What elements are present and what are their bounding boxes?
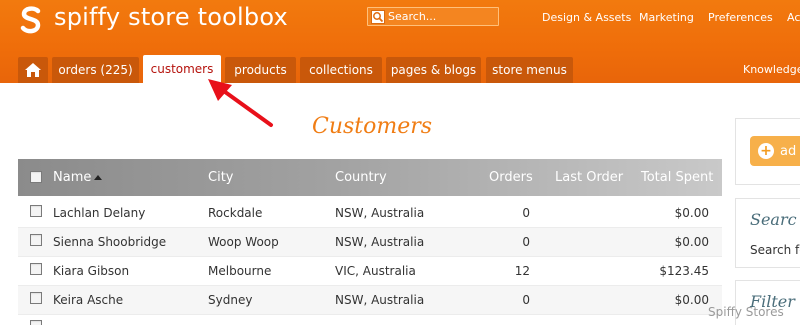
watermark: Spiffy Stores [708,305,784,319]
customer-total: $0.00 [674,293,709,307]
knowledge-link[interactable]: Knowledge [743,63,800,76]
tab-orders[interactable]: orders (225) [52,57,139,83]
row-checkbox[interactable] [30,205,42,217]
table-row[interactable]: Lachlan Delany Rockdale NSW, Australia 0… [18,199,722,228]
column-orders[interactable]: Orders [489,159,533,196]
column-last-order[interactable]: Last Order [555,159,623,196]
table-row[interactable]: Kiara Gibson Melbourne VIC, Australia 12… [18,257,722,286]
customer-country: NSW, Australia [335,293,425,307]
row-checkbox[interactable] [30,292,42,304]
tab-pages-blogs[interactable]: pages & blogs [386,57,481,83]
customer-total: $0.00 [674,206,709,220]
nav-marketing[interactable]: Marketing [639,11,694,24]
column-name[interactable]: Name [53,159,103,196]
row-checkbox[interactable] [30,234,42,246]
customer-orders: 0 [522,235,530,249]
tab-home[interactable] [18,57,48,83]
customer-orders: 0 [522,206,530,220]
search-card-heading: Searc [750,210,797,229]
top-nav: Design & Assets Marketing Preferences Ac [0,11,800,27]
row-checkbox[interactable] [30,263,42,275]
page-title: Customers [312,114,433,139]
nav-preferences[interactable]: Preferences [708,11,773,24]
customer-city: Sydney [208,293,253,307]
customer-name[interactable]: Sienna Shoobridge [53,228,166,257]
nav-design-assets[interactable]: Design & Assets [542,11,631,24]
column-country[interactable]: Country [335,159,387,196]
nav-account[interactable]: Ac [787,11,800,24]
top-header: spiffy store toolbox Design & Assets Mar… [0,0,800,83]
customer-orders: 0 [522,293,530,307]
customer-country: NSW, Australia [335,235,425,249]
customer-city: Woop Woop [208,235,279,249]
table-row[interactable]: Keira Asche Sydney NSW, Australia 0 $0.0… [18,286,722,315]
plus-icon: + [758,143,774,159]
customer-country: NSW, Australia [335,206,425,220]
select-all-checkbox[interactable] [30,171,42,183]
customer-orders: 12 [514,264,530,278]
add-customer-button[interactable]: + ad [750,136,800,166]
customer-name[interactable]: Lachlan Delany [53,199,145,228]
customer-name[interactable]: Keira Asche [53,286,123,315]
column-total-spent[interactable]: Total Spent [641,159,713,196]
column-city[interactable]: City [208,159,233,196]
annotation-arrow [208,79,273,127]
home-icon [25,63,41,77]
customer-country: VIC, Australia [335,264,416,278]
customer-city: Melbourne [208,264,272,278]
customer-city: Rockdale [208,206,263,220]
sort-asc-icon [94,175,103,180]
table-header: Name City Country Orders Last Order Tota… [18,159,722,196]
customer-name[interactable]: Kiara Gibson [53,257,129,286]
customer-total: $0.00 [674,235,709,249]
table-row[interactable]: Sienna Shoobridge Woop Woop NSW, Austral… [18,228,722,257]
search-card [735,198,800,268]
customer-total: $123.45 [659,264,709,278]
search-card-text: Search fo [750,243,800,257]
tab-store-menus[interactable]: store menus [486,57,573,83]
row-checkbox[interactable] [30,320,42,325]
tab-collections[interactable]: collections [300,57,382,83]
